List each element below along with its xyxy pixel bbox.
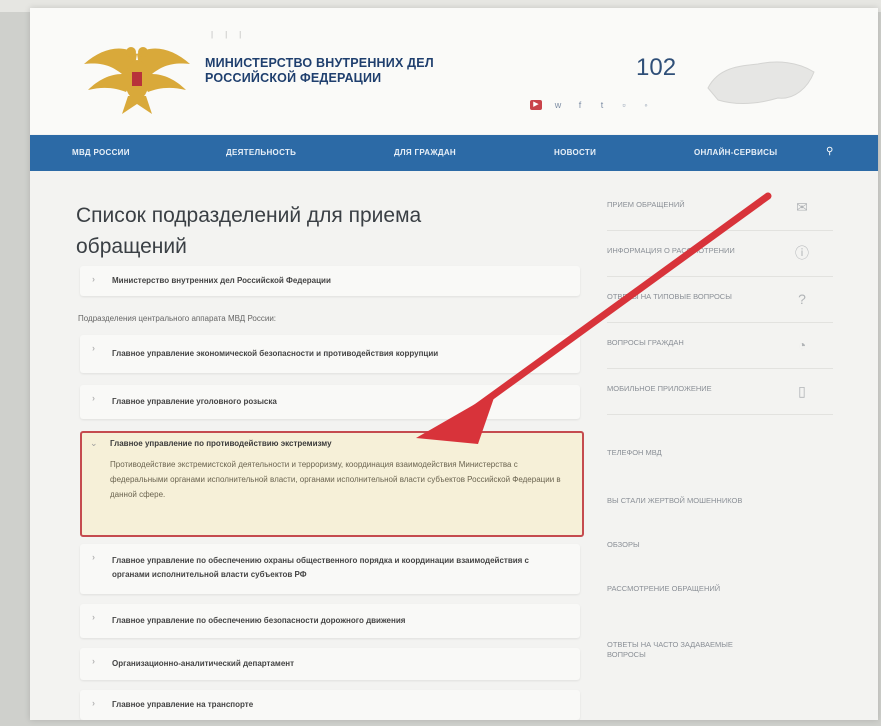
sidebar-item-appeals[interactable]: ПРИЕМ ОБРАЩЕНИЙ ✉	[607, 186, 833, 231]
list-item-public-order[interactable]: › Главное управление по обеспечению охра…	[80, 544, 580, 594]
emergency-phone-number: 102	[636, 54, 677, 81]
separator: |	[225, 30, 228, 39]
list-item-organizational-department[interactable]: › Организационно-аналитический департаме…	[80, 648, 580, 680]
list-item-ministry[interactable]: › Министерство внутренних дел Российской…	[80, 266, 580, 296]
sidebar-item-label: МОБИЛЬНОЕ ПРИЛОЖЕНИЕ	[607, 384, 712, 393]
sidebar-item-citizen-questions[interactable]: ВОПРОСЫ ГРАЖДАН ◔	[607, 324, 833, 369]
sidebar-link[interactable]: РАССМОТРЕНИЕ ОБРАЩЕНИЙ	[607, 584, 737, 594]
ministry-title[interactable]: МИНИСТЕРСТВО ВНУТРЕННИХ ДЕЛ РОССИЙСКОЙ Ф…	[205, 56, 495, 86]
russia-map-icon	[707, 61, 815, 105]
section-label: Подразделения центрального аппарата МВД …	[78, 314, 277, 323]
sidebar-link[interactable]: ТЕЛЕФОН МВД	[607, 448, 807, 458]
site-header: | | | МИНИСТЕРСТВО ВНУТРЕННИХ ДЕЛ РОССИЙ…	[30, 8, 878, 134]
envelope-icon: ✉	[796, 199, 808, 215]
sidebar-link[interactable]: ВЫ СТАЛИ ЖЕРТВОЙ МОШЕННИКОВ	[607, 496, 807, 506]
nav-item-online-services[interactable]: ОНЛАЙН-СЕРВИСЫ	[694, 148, 777, 157]
nav-item-for-citizens[interactable]: ДЛЯ ГРАЖДАН	[394, 148, 456, 157]
phone-icon: ▯	[798, 383, 806, 399]
list-item-economic-security[interactable]: › Главное управление экономической безоп…	[80, 335, 580, 373]
separator: |	[211, 30, 214, 39]
list-item-counter-extremism-expanded[interactable]: ⌄ Главное управление по противодействию …	[80, 431, 584, 537]
sidebar-item-faq[interactable]: ОТВЕТЫ НА ТИПОВЫЕ ВОПРОСЫ ?	[607, 278, 833, 323]
browser-page: | | | МИНИСТЕРСТВО ВНУТРЕННИХ ДЕЛ РОССИЙ…	[30, 8, 878, 720]
list-item-label: Министерство внутренних дел Российской Ф…	[112, 276, 331, 285]
list-item-transport[interactable]: › Главное управление на транспорте	[80, 690, 580, 720]
instagram-icon[interactable]: ▫	[618, 100, 630, 110]
chevron-right-icon: ›	[92, 343, 95, 353]
sidebar-item-label: ОТВЕТЫ НА ТИПОВЫЕ ВОПРОСЫ	[607, 292, 732, 301]
sidebar-item-mobile-app[interactable]: МОБИЛЬНОЕ ПРИЛОЖЕНИЕ ▯	[607, 370, 833, 415]
nav-item-news[interactable]: НОВОСТИ	[554, 148, 596, 157]
question-icon: ?	[798, 291, 806, 307]
sidebar-item-label: ПРИЕМ ОБРАЩЕНИЙ	[607, 200, 685, 209]
chevron-right-icon: ›	[92, 393, 95, 403]
list-item-label: Организационно-аналитический департамент	[112, 659, 295, 668]
search-icon[interactable]: ⚲	[826, 146, 833, 157]
russia-map-widget[interactable]	[698, 48, 818, 118]
list-item-criminal-investigation[interactable]: › Главное управление уголовного розыска	[80, 385, 580, 419]
chevron-right-icon: ›	[92, 698, 95, 708]
separator: |	[239, 30, 242, 39]
chevron-right-icon: ›	[92, 656, 95, 666]
sidebar-link[interactable]: ОБЗОРЫ	[607, 540, 807, 550]
chevron-right-icon: ›	[92, 274, 95, 284]
header-top-links: | | |	[205, 30, 247, 39]
vk-icon[interactable]: w	[552, 100, 564, 110]
chevron-right-icon: ›	[92, 612, 95, 622]
list-item-label: Главное управление экономической безопас…	[112, 349, 439, 358]
chat-icon: ◔	[797, 337, 807, 353]
nav-item-mvd-russia[interactable]: МВД РОССИИ	[72, 148, 130, 157]
youtube-icon[interactable]: ▶	[530, 100, 542, 110]
highlight-description: Противодействие экстремистской деятельно…	[110, 460, 561, 499]
list-item-label: Главное управление уголовного розыска	[112, 397, 277, 406]
sidebar-item-label: ИНФОРМАЦИЯ О РАССМОТРЕНИИ	[607, 246, 735, 255]
list-item-road-safety[interactable]: › Главное управление по обеспечению безо…	[80, 604, 580, 638]
chevron-right-icon: ›	[92, 552, 95, 562]
social-links: ▶ w f t ▫ ◦	[530, 100, 652, 110]
double-headed-eagle-emblem-icon[interactable]	[82, 34, 192, 118]
rss-icon[interactable]: ◦	[640, 100, 652, 110]
sidebar-item-label: ВОПРОСЫ ГРАЖДАН	[607, 338, 684, 347]
list-item-label: Главное управление по обеспечению безопа…	[112, 616, 406, 625]
list-item-label: Главное управление по обеспечению охраны…	[112, 556, 530, 579]
info-icon: ⓘ	[795, 245, 809, 261]
twitter-icon[interactable]: t	[596, 100, 608, 110]
sidebar-link[interactable]: ОТВЕТЫ НА ЧАСТО ЗАДАВАЕМЫЕ ВОПРОСЫ	[607, 640, 737, 660]
chevron-down-icon: ⌄	[90, 438, 98, 448]
facebook-icon[interactable]: f	[574, 100, 586, 110]
highlight-title: Главное управление по противодействию эк…	[110, 439, 332, 448]
main-navigation: МВД РОССИИ ДЕЯТЕЛЬНОСТЬ ДЛЯ ГРАЖДАН НОВО…	[30, 135, 878, 171]
list-item-label: Главное управление на транспорте	[112, 700, 254, 709]
sidebar-item-review-info[interactable]: ИНФОРМАЦИЯ О РАССМОТРЕНИИ ⓘ	[607, 232, 833, 277]
page-title: Список подразделений для приема обращени…	[76, 204, 422, 259]
nav-item-activity[interactable]: ДЕЯТЕЛЬНОСТЬ	[226, 148, 296, 157]
